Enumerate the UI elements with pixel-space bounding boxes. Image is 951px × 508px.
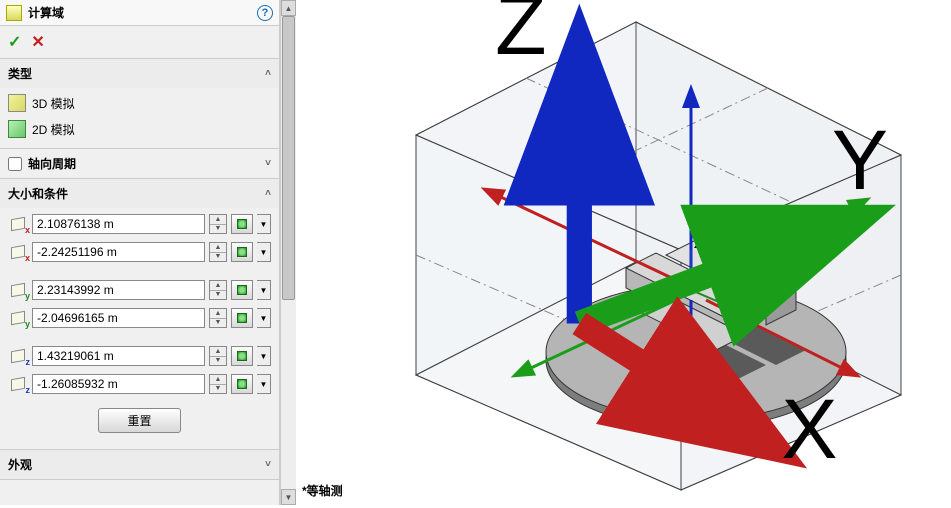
domain-icon — [6, 5, 22, 21]
orientation-triad[interactable]: Z Y X — [336, 0, 951, 475]
boundary-x-min-button[interactable] — [231, 242, 253, 262]
dim-z-min-input[interactable] — [32, 374, 205, 394]
chevron-up-icon: ˄ — [265, 68, 271, 79]
section-type-label: 类型 — [8, 65, 265, 82]
cancel-button[interactable]: ✕ — [31, 32, 44, 52]
dim-x-icon: x — [8, 215, 28, 233]
boundary-z-min-button[interactable] — [231, 374, 253, 394]
help-icon[interactable]: ? — [257, 5, 273, 21]
chevron-down-icon[interactable]: ˅ — [265, 158, 271, 169]
dim-x-min-input[interactable] — [32, 242, 205, 262]
spinner[interactable]: ▲▼ — [209, 242, 227, 262]
chevron-up-icon: ˄ — [265, 188, 271, 199]
scroll-down-button[interactable]: ▼ — [281, 489, 296, 505]
axial-period-checkbox[interactable] — [8, 157, 22, 171]
boundary-x-max-dropdown[interactable]: ▼ — [257, 214, 271, 234]
section-type-header[interactable]: 类型 ˄ — [0, 59, 279, 88]
dim-y-min-input[interactable] — [32, 308, 205, 328]
section-appearance: 外观 ˅ — [0, 449, 279, 479]
accept-button[interactable]: ✓ — [8, 32, 21, 52]
boundary-z-max-dropdown[interactable]: ▼ — [257, 346, 271, 366]
dim-y-icon: y — [8, 309, 28, 327]
property-panel: 计算域 ? ✓ ✕ 类型 ˄ 3D 模拟 2D 模拟 轴向周期 ˅ 大小和条 — [0, 0, 280, 505]
dim-z-max-input[interactable] — [32, 346, 205, 366]
spinner[interactable]: ▲▼ — [209, 346, 227, 366]
scroll-thumb[interactable] — [282, 16, 295, 300]
viewport-3d[interactable]: Z Z Y X *等轴测 — [296, 0, 951, 505]
spinner[interactable]: ▲▼ — [209, 374, 227, 394]
confirm-row: ✓ ✕ — [0, 26, 279, 58]
boundary-y-min-button[interactable] — [231, 308, 253, 328]
section-size: 大小和条件 ˄ x ▲▼ ▼ x ▲▼ ▼ y — [0, 178, 279, 449]
boundary-z-min-dropdown[interactable]: ▼ — [257, 374, 271, 394]
plane-2d-icon — [8, 120, 26, 138]
cube-3d-icon — [8, 94, 26, 112]
sim-2d-label: 2D 模拟 — [32, 121, 75, 138]
section-type: 类型 ˄ 3D 模拟 2D 模拟 — [0, 58, 279, 148]
triad-z-label: Z — [495, 0, 546, 72]
spinner[interactable]: ▲▼ — [209, 280, 227, 300]
dim-y-max-input[interactable] — [32, 280, 205, 300]
spinner[interactable]: ▲▼ — [209, 308, 227, 328]
sim-2d-option[interactable]: 2D 模拟 — [8, 118, 271, 140]
dim-x-max-input[interactable] — [32, 214, 205, 234]
scroll-up-button[interactable]: ▲ — [281, 0, 296, 16]
axial-period-label: 轴向周期 — [28, 155, 76, 172]
dim-z-icon: z — [8, 347, 28, 365]
dim-row-x-max: x ▲▼ ▼ — [8, 212, 271, 236]
section-size-header[interactable]: 大小和条件 ˄ — [0, 179, 279, 208]
panel-scrollbar[interactable]: ▲ ▼ — [280, 0, 296, 505]
panel-header: 计算域 ? — [0, 0, 279, 26]
boundary-x-min-dropdown[interactable]: ▼ — [257, 242, 271, 262]
dim-x-icon: x — [8, 243, 28, 261]
panel-title: 计算域 — [28, 4, 257, 21]
sim-3d-option[interactable]: 3D 模拟 — [8, 92, 271, 114]
dim-row-x-min: x ▲▼ ▼ — [8, 240, 271, 264]
spinner[interactable]: ▲▼ — [209, 214, 227, 234]
view-orientation-label: *等轴测 — [302, 482, 343, 499]
chevron-down-icon: ˅ — [265, 459, 271, 470]
scroll-track[interactable] — [281, 16, 296, 489]
triad-y-label: Y — [832, 113, 888, 207]
dim-y-icon: y — [8, 281, 28, 299]
triad-x-label: X — [781, 382, 837, 475]
boundary-y-max-dropdown[interactable]: ▼ — [257, 280, 271, 300]
dim-row-y-min: y ▲▼ ▼ — [8, 306, 271, 330]
boundary-x-max-button[interactable] — [231, 214, 253, 234]
dim-row-z-max: z ▲▼ ▼ — [8, 344, 271, 368]
section-appearance-header[interactable]: 外观 ˅ — [0, 450, 279, 479]
dim-row-y-max: y ▲▼ ▼ — [8, 278, 271, 302]
boundary-y-max-button[interactable] — [231, 280, 253, 300]
dim-z-icon: z — [8, 375, 28, 393]
section-size-label: 大小和条件 — [8, 185, 265, 202]
reset-button[interactable]: 重置 — [98, 408, 180, 433]
section-appearance-label: 外观 — [8, 456, 265, 473]
size-body: x ▲▼ ▼ x ▲▼ ▼ y ▲▼ ▼ — [0, 208, 279, 449]
dim-row-z-min: z ▲▼ ▼ — [8, 372, 271, 396]
boundary-y-min-dropdown[interactable]: ▼ — [257, 308, 271, 328]
sim-3d-label: 3D 模拟 — [32, 95, 75, 112]
boundary-z-max-button[interactable] — [231, 346, 253, 366]
axial-period-row: 轴向周期 ˅ — [0, 148, 279, 178]
